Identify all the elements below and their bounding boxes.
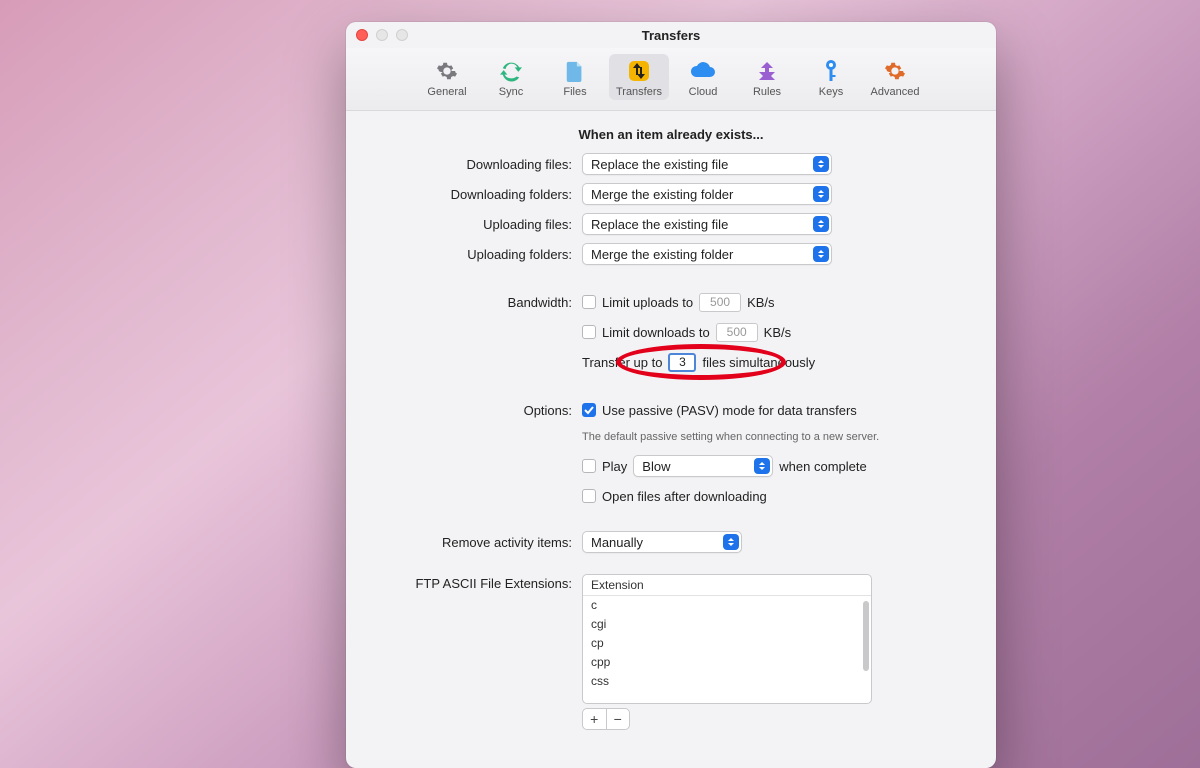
rules-icon xyxy=(739,58,795,84)
chevron-updown-icon xyxy=(813,156,829,172)
remove-activity-label: Remove activity items: xyxy=(372,535,582,550)
remove-extension-button[interactable]: − xyxy=(607,709,630,729)
play-label: Play xyxy=(602,459,627,474)
limit-downloads-text: Limit downloads to xyxy=(602,325,710,340)
toolbar: General Sync Files Transfers Cloud xyxy=(346,48,996,111)
limit-downloads-checkbox[interactable] xyxy=(582,325,596,339)
transfers-icon xyxy=(611,58,667,84)
transfer-prefix: Transfer up to xyxy=(582,355,662,370)
remove-activity-select[interactable]: Manually xyxy=(582,531,742,553)
list-item[interactable]: cgi xyxy=(591,615,863,634)
uploading-files-label: Uploading files: xyxy=(372,217,582,232)
uploading-folders-label: Uploading folders: xyxy=(372,247,582,262)
sync-icon xyxy=(483,58,539,84)
limit-uploads-checkbox[interactable] xyxy=(582,295,596,309)
ftp-ext-items[interactable]: c cgi cp cpp css xyxy=(583,596,871,696)
transfer-suffix: files simultaneously xyxy=(702,355,815,370)
window-title: Transfers xyxy=(346,28,996,43)
ftp-ext-list[interactable]: Extension c cgi cp cpp css xyxy=(582,574,872,704)
downloading-folders-label: Downloading folders: xyxy=(372,187,582,202)
limit-uploads-field[interactable]: 500 xyxy=(699,293,741,312)
advanced-gear-icon xyxy=(867,58,923,84)
chevron-updown-icon xyxy=(754,458,770,474)
downloading-files-label: Downloading files: xyxy=(372,157,582,172)
section-heading: When an item already exists... xyxy=(372,127,970,142)
limit-uploads-text: Limit uploads to xyxy=(602,295,693,310)
open-after-label: Open files after downloading xyxy=(602,489,767,504)
uploading-folders-select[interactable]: Merge the existing folder xyxy=(582,243,832,265)
scrollbar[interactable] xyxy=(863,601,869,671)
tab-cloud[interactable]: Cloud xyxy=(673,54,733,100)
play-sound-checkbox[interactable] xyxy=(582,459,596,473)
limit-downloads-field[interactable]: 500 xyxy=(716,323,758,342)
downloading-files-select[interactable]: Replace the existing file xyxy=(582,153,832,175)
open-after-checkbox[interactable] xyxy=(582,489,596,503)
kbs-unit: KB/s xyxy=(747,295,774,310)
play-sound-select[interactable]: Blow xyxy=(633,455,773,477)
tab-transfers[interactable]: Transfers xyxy=(609,54,669,100)
chevron-updown-icon xyxy=(813,216,829,232)
key-icon xyxy=(803,58,859,84)
bandwidth-label: Bandwidth: xyxy=(372,295,582,310)
add-extension-button[interactable]: + xyxy=(583,709,607,729)
tab-advanced[interactable]: Advanced xyxy=(865,54,925,100)
gear-icon xyxy=(419,58,475,84)
cloud-icon xyxy=(675,58,731,84)
list-item[interactable]: c xyxy=(591,596,863,615)
content-pane: When an item already exists... Downloadi… xyxy=(346,111,996,746)
tab-general[interactable]: General xyxy=(417,54,477,100)
tab-sync[interactable]: Sync xyxy=(481,54,541,100)
pasv-checkbox[interactable] xyxy=(582,403,596,417)
preferences-window: Transfers General Sync Files Transfers xyxy=(346,22,996,768)
options-label: Options: xyxy=(372,403,582,418)
simultaneous-transfers-field[interactable]: 3 xyxy=(668,353,696,372)
ftp-ext-header: Extension xyxy=(583,575,871,596)
play-suffix: when complete xyxy=(779,459,866,474)
chevron-updown-icon xyxy=(813,186,829,202)
tab-keys[interactable]: Keys xyxy=(801,54,861,100)
pasv-label: Use passive (PASV) mode for data transfe… xyxy=(602,403,857,418)
file-icon xyxy=(547,58,603,84)
add-remove-buttons: + − xyxy=(582,708,630,730)
kbs-unit: KB/s xyxy=(764,325,791,340)
titlebar: Transfers xyxy=(346,22,996,48)
tab-rules[interactable]: Rules xyxy=(737,54,797,100)
pasv-hint: The default passive setting when connect… xyxy=(582,431,879,443)
list-item[interactable]: css xyxy=(591,672,863,691)
tab-files[interactable]: Files xyxy=(545,54,605,100)
list-item[interactable]: cpp xyxy=(591,653,863,672)
chevron-updown-icon xyxy=(723,534,739,550)
list-item[interactable]: cp xyxy=(591,634,863,653)
uploading-files-select[interactable]: Replace the existing file xyxy=(582,213,832,235)
downloading-folders-select[interactable]: Merge the existing folder xyxy=(582,183,832,205)
ftp-ext-label: FTP ASCII File Extensions: xyxy=(372,574,582,591)
chevron-updown-icon xyxy=(813,246,829,262)
